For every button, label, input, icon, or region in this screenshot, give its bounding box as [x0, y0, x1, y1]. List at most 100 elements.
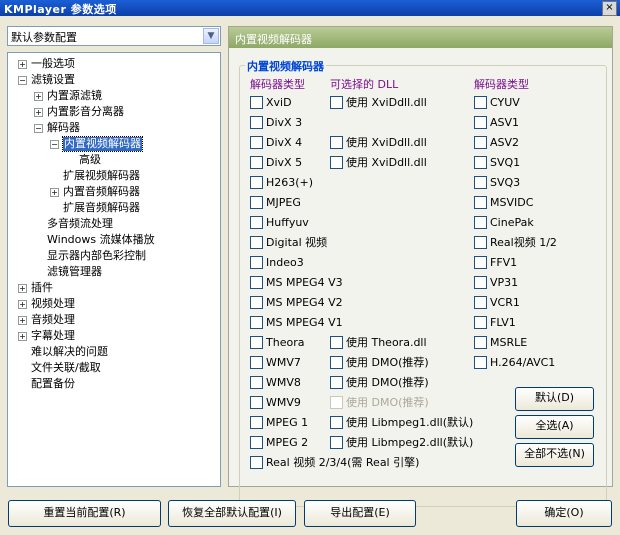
- tree-item-label: 多音频流处理: [47, 217, 113, 230]
- tree-expander-icon[interactable]: −: [34, 124, 43, 133]
- tree-expander-icon[interactable]: +: [18, 332, 27, 341]
- checkbox-box[interactable]: [474, 96, 487, 109]
- tree-item-label: Windows 流媒体播放: [47, 233, 155, 246]
- checkbox-box[interactable]: [330, 356, 343, 369]
- tree-item-label: 内置视频解码器: [62, 136, 143, 152]
- tree-item-label: 字幕处理: [31, 329, 75, 342]
- checkbox-label: ASV1: [490, 116, 520, 129]
- checkbox-box[interactable]: [330, 156, 343, 169]
- default-button[interactable]: 默认(D): [515, 387, 594, 411]
- tree-item-label: 滤镜管理器: [47, 265, 102, 278]
- checkbox-box[interactable]: [474, 136, 487, 149]
- checkbox-box[interactable]: [474, 276, 487, 289]
- checkbox-label: Real 视频 2/3/4(需 Real 引擎): [266, 456, 420, 469]
- checkbox-box[interactable]: [474, 216, 487, 229]
- checkbox-box[interactable]: [250, 276, 263, 289]
- restore-all-button[interactable]: 恢复全部默认配置(I): [168, 500, 296, 527]
- checkbox-box[interactable]: [330, 96, 343, 109]
- checkbox-box[interactable]: [330, 136, 343, 149]
- checkbox-label: WMV8: [266, 376, 301, 389]
- checkbox-box[interactable]: [474, 176, 487, 189]
- checkbox-box[interactable]: [250, 356, 263, 369]
- chevron-down-icon[interactable]: ▼: [203, 28, 219, 44]
- checkbox-label: FFV1: [490, 256, 518, 269]
- tree-item-label: 文件关联/截取: [31, 361, 101, 374]
- checkbox-label: MPEG 1: [266, 416, 309, 429]
- checkbox-box[interactable]: [250, 416, 263, 429]
- checkbox-box[interactable]: [250, 336, 263, 349]
- settings-tree[interactable]: + 一般选项 − 滤镜设置 + 内置源滤镜 + 内置影音分离器 − 解码器 − 内置视频解码器 高级 扩展…: [7, 52, 221, 487]
- checkbox-box[interactable]: [474, 336, 487, 349]
- checkbox-label: VP31: [490, 276, 519, 289]
- checkbox-label: Theora: [266, 336, 305, 349]
- tree-expander-icon[interactable]: +: [50, 188, 59, 197]
- checkbox-box[interactable]: [474, 316, 487, 329]
- checkbox-box[interactable]: [330, 436, 343, 449]
- checkbox-box[interactable]: [250, 236, 263, 249]
- checkbox-box[interactable]: [250, 116, 263, 129]
- checkbox-box[interactable]: [250, 256, 263, 269]
- checkbox-box[interactable]: [250, 156, 263, 169]
- checkbox-box[interactable]: [250, 456, 263, 469]
- tree-expander-icon[interactable]: +: [18, 284, 27, 293]
- checkbox-box[interactable]: [250, 176, 263, 189]
- checkbox-box[interactable]: [250, 196, 263, 209]
- tree-expander-icon[interactable]: +: [34, 108, 43, 117]
- checkbox-box[interactable]: [474, 356, 487, 369]
- checkbox-box[interactable]: [474, 116, 487, 129]
- checkbox-label: H.264/AVC1: [490, 356, 556, 369]
- title-bar: KMPlayer 参数选项 ×: [0, 0, 620, 16]
- checkbox-box[interactable]: [250, 96, 263, 109]
- select-none-button[interactable]: 全部不选(N): [515, 443, 594, 467]
- checkbox-box[interactable]: [474, 296, 487, 309]
- tree-item-label: 内置音频解码器: [63, 185, 140, 198]
- checkbox-label: 使用 DMO(推荐): [346, 376, 429, 389]
- checkbox-box[interactable]: [474, 256, 487, 269]
- checkbox-box[interactable]: [250, 376, 263, 389]
- checkbox-box[interactable]: [250, 316, 263, 329]
- tree-item-label: 配置备份: [31, 377, 75, 390]
- checkbox-label: MS MPEG4 V2: [266, 296, 343, 309]
- tree-item-label: 高级: [79, 153, 101, 166]
- checkbox-box[interactable]: [250, 296, 263, 309]
- tree-expander-icon[interactable]: −: [18, 76, 27, 85]
- checkbox-label: VCR1: [490, 296, 520, 309]
- close-button[interactable]: ×: [602, 1, 617, 16]
- tree-expander-icon[interactable]: +: [18, 60, 27, 69]
- checkbox-box[interactable]: [250, 396, 263, 409]
- col3-header: 解码器类型: [474, 78, 529, 91]
- checkbox-label: MS MPEG4 V3: [266, 276, 343, 289]
- checkbox-box[interactable]: [250, 136, 263, 149]
- tree-expander-icon[interactable]: +: [34, 92, 43, 101]
- checkbox-label: CinePak: [490, 216, 534, 229]
- checkbox-box[interactable]: [330, 336, 343, 349]
- tree-expander-icon[interactable]: +: [18, 300, 27, 309]
- checkbox-box[interactable]: [250, 216, 263, 229]
- group-title: 内置视频解码器: [245, 58, 326, 74]
- checkbox-box[interactable]: [474, 156, 487, 169]
- checkbox-box[interactable]: [474, 236, 487, 249]
- profile-select[interactable]: 默认参数配置 ▼: [7, 26, 221, 46]
- checkbox-label: WMV7: [266, 356, 301, 369]
- decoder-panel: 内置视频解码器 内置视频解码器 解码器类型 可选择的 DLL 解码器类型 默认(…: [228, 26, 613, 507]
- tree-item-label: 解码器: [47, 121, 80, 134]
- checkbox-box[interactable]: [330, 376, 343, 389]
- checkbox-label: 使用 DMO(推荐): [346, 356, 429, 369]
- checkbox-label: 使用 XviDdll.dll: [346, 96, 427, 109]
- tree-expander-icon[interactable]: −: [50, 140, 59, 149]
- export-button[interactable]: 导出配置(E): [304, 500, 416, 527]
- reset-current-button[interactable]: 重置当前配置(R): [8, 500, 161, 527]
- tree-item-label: 难以解决的问题: [31, 345, 108, 358]
- select-all-button[interactable]: 全选(A): [515, 415, 594, 439]
- checkbox-label: WMV9: [266, 396, 301, 409]
- checkbox-box[interactable]: [474, 196, 487, 209]
- tree-expander-icon[interactable]: +: [18, 316, 27, 325]
- checkbox-label: DivX 4: [266, 136, 303, 149]
- checkbox-label: ASV2: [490, 136, 520, 149]
- ok-button[interactable]: 确定(O): [516, 500, 612, 527]
- checkbox-box[interactable]: [250, 436, 263, 449]
- tree-item-label: 滤镜设置: [31, 73, 75, 86]
- tree-item-label: 视频处理: [31, 297, 75, 310]
- checkbox-box: [330, 396, 343, 409]
- checkbox-box[interactable]: [330, 416, 343, 429]
